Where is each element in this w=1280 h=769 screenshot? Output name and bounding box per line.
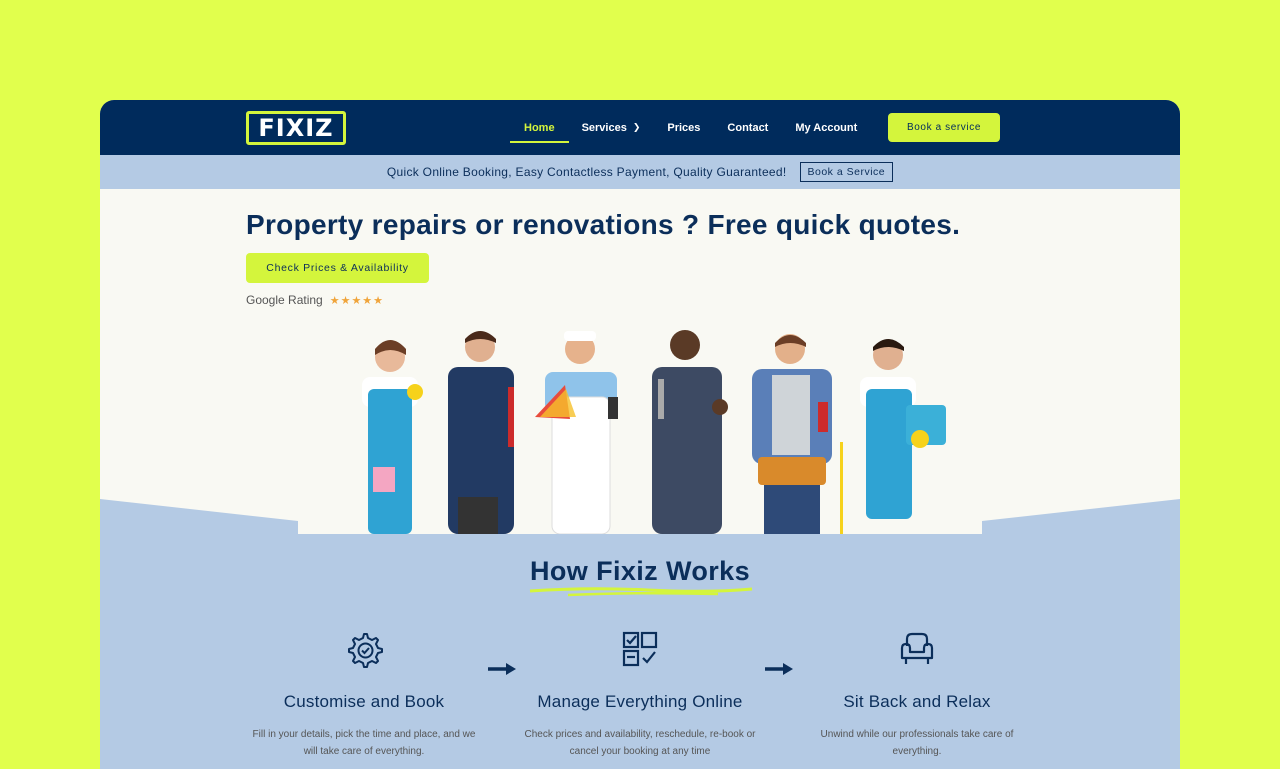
hero-section: Property repairs or renovations ? Free q… <box>100 189 1180 559</box>
arrow-right-icon <box>765 663 793 675</box>
nav-prices-label: Prices <box>667 121 701 134</box>
step-relax: Sit Back and Relax Unwind while our prof… <box>797 630 1037 760</box>
worker-cleaner-1 <box>362 340 423 534</box>
worker-handyman-5 <box>752 334 832 534</box>
promo-text: Quick Online Booking, Easy Contactless P… <box>386 165 787 179</box>
step-title: Sit Back and Relax <box>843 692 991 711</box>
worker-painter-3 <box>535 331 618 534</box>
nav-links: Home Services ❯ Prices Contact My Account <box>510 100 884 155</box>
step-desc: Unwind while our professionals take care… <box>820 729 1014 757</box>
nav-contact-label: Contact <box>727 121 769 134</box>
fixiz-logo[interactable]: FIXIZ <box>246 111 346 145</box>
step-desc: Check prices and availability, reschedul… <box>524 729 756 757</box>
book-a-service-promo-button[interactable]: Book a Service <box>799 162 894 182</box>
hero-title: Property repairs or renovations ? Free q… <box>246 209 961 240</box>
worker-mechanic-4 <box>652 330 728 534</box>
step-title: Customise and Book <box>283 692 445 711</box>
step-manage: Manage Everything Online Check prices an… <box>520 630 760 760</box>
how-it-works-section: How Fixiz Works Customise and Book Fill … <box>100 534 1180 769</box>
nav-home-label: Home <box>524 121 555 134</box>
top-navigation: FIXIZ Home Services ❯ Prices Contact My A… <box>100 100 1180 155</box>
google-rating: Google Rating ★★★★★ <box>246 293 384 307</box>
logo-text: FIXIZ <box>258 114 334 142</box>
nav-my-account-label: My Account <box>795 121 858 134</box>
worker-mechanic-2 <box>448 331 514 534</box>
browser-frame: FIXIZ Home Services ❯ Prices Contact My A… <box>100 100 1180 769</box>
nav-services-label: Services <box>581 121 627 134</box>
nav-my-account[interactable]: My Account <box>795 100 857 155</box>
workers-group-image <box>362 330 946 534</box>
nav-contact[interactable]: Contact <box>727 100 768 155</box>
nav-services[interactable]: Services ❯ <box>582 100 641 155</box>
nav-prices[interactable]: Prices <box>667 100 700 155</box>
arrow-right-icon <box>488 663 516 675</box>
how-it-works-title: How Fixiz Works <box>529 556 751 586</box>
rating-label: Google Rating <box>246 293 323 307</box>
step-desc: Fill in your details, pick the time and … <box>252 729 476 757</box>
book-a-service-nav-button[interactable]: Book a service <box>888 113 1000 142</box>
step-customise: Customise and Book Fill in your details,… <box>244 630 484 760</box>
worker-cleaner-6 <box>840 339 946 534</box>
gear-check-icon <box>348 633 383 668</box>
promo-bar: Quick Online Booking, Easy Contactless P… <box>100 155 1180 189</box>
chevron-down-icon: ❯ <box>632 122 641 132</box>
grid-check-icon <box>622 631 658 667</box>
rating-stars: ★★★★★ <box>329 294 385 307</box>
title-underline-squiggle <box>529 587 753 597</box>
check-prices-button[interactable]: Check Prices & Availability <box>246 253 429 283</box>
armchair-icon <box>900 632 934 664</box>
nav-home[interactable]: Home <box>510 100 568 155</box>
step-title: Manage Everything Online <box>537 692 743 711</box>
